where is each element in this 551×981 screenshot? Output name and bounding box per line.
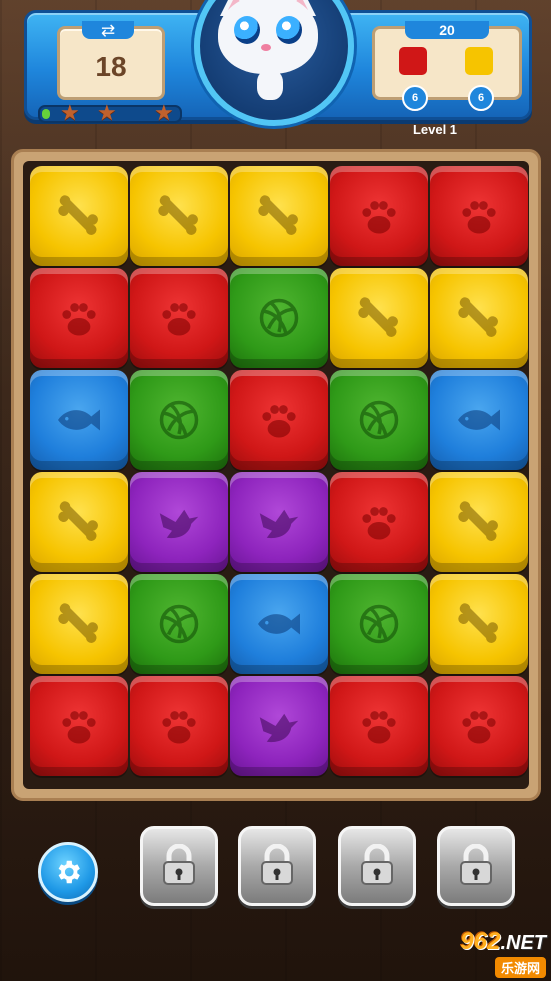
bone-icon bbox=[458, 603, 498, 643]
goal-target: 20 bbox=[405, 21, 489, 39]
paw-icon bbox=[462, 711, 496, 744]
tile-yellow-bone[interactable] bbox=[130, 166, 228, 266]
fish-icon bbox=[258, 613, 300, 635]
bone-icon bbox=[58, 501, 98, 541]
level-label: Level 1 bbox=[412, 122, 458, 137]
goal-yellow-count: 6 bbox=[468, 85, 494, 111]
ball-icon bbox=[159, 604, 199, 644]
tile-purple-bird[interactable] bbox=[230, 676, 328, 776]
fish-icon bbox=[58, 409, 100, 431]
paw-icon bbox=[162, 303, 196, 336]
paw-icon bbox=[62, 303, 96, 336]
tile-green-ball[interactable] bbox=[130, 574, 228, 674]
paw-icon bbox=[362, 507, 396, 540]
star-icon: ★ bbox=[97, 100, 117, 125]
tile-yellow-bone[interactable] bbox=[330, 268, 428, 368]
watermark-brand: 962.NET bbox=[460, 928, 546, 955]
cat-nose bbox=[261, 44, 271, 51]
tile-yellow-bone[interactable] bbox=[30, 166, 128, 266]
tile-blue-fish[interactable] bbox=[230, 574, 328, 674]
bone-icon bbox=[158, 195, 198, 235]
tile-blue-fish[interactable] bbox=[430, 370, 528, 470]
cat-eye-right bbox=[276, 16, 302, 44]
moves-value: 18 bbox=[95, 51, 127, 82]
moves-tab: ⇄ bbox=[82, 21, 134, 39]
tile-red-paw[interactable] bbox=[130, 676, 228, 776]
tile-red-paw[interactable] bbox=[430, 676, 528, 776]
tile-red-paw[interactable] bbox=[330, 166, 428, 266]
tile-green-ball[interactable] bbox=[130, 370, 228, 470]
cat-mascot bbox=[190, 0, 358, 126]
cat-body bbox=[257, 70, 283, 100]
tile-purple-bird[interactable] bbox=[230, 472, 328, 572]
locked-booster-slot[interactable] bbox=[437, 826, 515, 906]
cat-head bbox=[218, 0, 318, 74]
tile-yellow-bone[interactable] bbox=[30, 574, 128, 674]
star-icon: ★ bbox=[60, 100, 80, 125]
bone-icon bbox=[358, 297, 398, 337]
goal-panel: 20 6 6 bbox=[372, 21, 522, 111]
cat-eye-left bbox=[234, 16, 260, 44]
tile-yellow-bone[interactable] bbox=[430, 574, 528, 674]
moves-counter: ⇄ 18 bbox=[57, 21, 165, 100]
mascot-badge bbox=[194, 0, 354, 126]
bone-icon bbox=[258, 195, 298, 235]
paw-icon bbox=[162, 711, 196, 744]
tile-red-paw[interactable] bbox=[230, 370, 328, 470]
tile-red-paw[interactable] bbox=[30, 676, 128, 776]
tile-red-paw[interactable] bbox=[330, 676, 428, 776]
bone-icon bbox=[58, 195, 98, 235]
tile-blue-fish[interactable] bbox=[30, 370, 128, 470]
lock-icon bbox=[460, 844, 492, 885]
tile-yellow-bone[interactable] bbox=[430, 472, 528, 572]
ball-icon bbox=[159, 400, 199, 440]
ball-icon bbox=[359, 400, 399, 440]
board-grid bbox=[23, 161, 529, 789]
paw-icon bbox=[62, 711, 96, 744]
goal-red-count: 6 bbox=[402, 85, 428, 111]
lock-icon bbox=[361, 844, 393, 885]
tile-red-paw[interactable] bbox=[330, 472, 428, 572]
gear-icon bbox=[58, 860, 80, 884]
bird-icon bbox=[259, 509, 299, 539]
locked-booster-slot[interactable] bbox=[338, 826, 416, 906]
tile-yellow-bone[interactable] bbox=[230, 166, 328, 266]
bone-icon bbox=[458, 297, 498, 337]
paw-icon bbox=[262, 405, 296, 438]
tile-red-paw[interactable] bbox=[30, 268, 128, 368]
locked-booster-slot[interactable] bbox=[238, 826, 316, 906]
goal-red-block bbox=[399, 47, 427, 75]
tile-red-paw[interactable] bbox=[130, 268, 228, 368]
ball-icon bbox=[259, 298, 299, 338]
lock-icon bbox=[261, 844, 293, 885]
watermark-subtitle: 乐游网 bbox=[494, 957, 546, 978]
paw-icon bbox=[362, 201, 396, 234]
locked-booster-slot[interactable] bbox=[140, 826, 218, 906]
lock-icon bbox=[163, 844, 195, 885]
ball-icon bbox=[359, 604, 399, 644]
fish-icon bbox=[458, 409, 500, 431]
tile-red-paw[interactable] bbox=[430, 166, 528, 266]
tile-yellow-bone[interactable] bbox=[430, 268, 528, 368]
bone-icon bbox=[458, 501, 498, 541]
paw-icon bbox=[362, 711, 396, 744]
score-progress-fill bbox=[42, 109, 50, 119]
tile-yellow-bone[interactable] bbox=[30, 472, 128, 572]
tile-green-ball[interactable] bbox=[330, 370, 428, 470]
goal-yellow-block bbox=[465, 47, 493, 75]
settings-button[interactable] bbox=[38, 842, 98, 902]
tile-green-ball[interactable] bbox=[330, 574, 428, 674]
game-board bbox=[11, 149, 541, 801]
tile-purple-bird[interactable] bbox=[130, 472, 228, 572]
tile-green-ball[interactable] bbox=[230, 268, 328, 368]
paw-icon bbox=[462, 201, 496, 234]
bone-icon bbox=[58, 603, 98, 643]
bird-icon bbox=[259, 713, 299, 743]
bird-icon bbox=[159, 509, 199, 539]
star-icon: ★ bbox=[154, 100, 174, 125]
site-watermark: 962.NET 乐游网 bbox=[412, 928, 546, 978]
swap-arrows-icon: ⇄ bbox=[100, 20, 116, 40]
